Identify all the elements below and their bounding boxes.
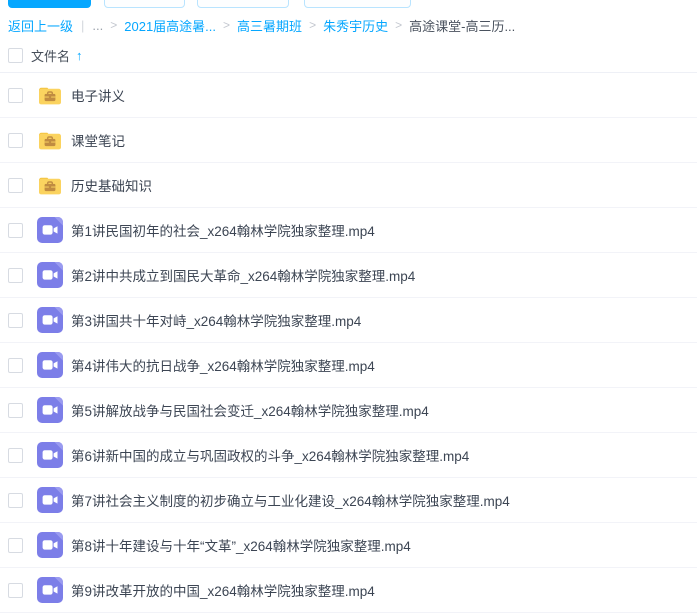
file-name-link[interactable]: 第2讲中共成立到国民大革命_x264翰林学院独家整理.mp4 [71,265,415,285]
toolbar [0,0,697,9]
row-checkbox[interactable] [8,493,23,508]
file-row[interactable]: 课堂笔记 [0,118,697,163]
breadcrumb-link[interactable]: 高三暑期班 [237,16,302,35]
video-file-icon [37,442,63,468]
row-checkbox[interactable] [8,223,23,238]
breadcrumb-separator-icon: > [395,18,402,32]
file-row[interactable]: 第2讲中共成立到国民大革命_x264翰林学院独家整理.mp4 [0,253,697,298]
breadcrumb-back-link[interactable]: 返回上一级 [8,16,73,35]
breadcrumb-separator-icon: > [223,18,230,32]
breadcrumb-separator-icon: > [309,18,316,32]
file-row[interactable]: 第4讲伟大的抗日战争_x264翰林学院独家整理.mp4 [0,343,697,388]
row-checkbox[interactable] [8,268,23,283]
video-file-icon [37,352,63,378]
file-row[interactable]: 第7讲社会主义制度的初步确立与工业化建设_x264翰林学院独家整理.mp4 [0,478,697,523]
row-checkbox[interactable] [8,358,23,373]
video-file-icon [37,532,63,558]
row-checkbox[interactable] [8,88,23,103]
file-name-link[interactable]: 第1讲民国初年的社会_x264翰林学院独家整理.mp4 [71,220,375,240]
file-name-link[interactable]: 历史基础知识 [71,175,152,195]
row-checkbox[interactable] [8,403,23,418]
file-row[interactable]: 第3讲国共十年对峙_x264翰林学院独家整理.mp4 [0,298,697,343]
video-file-icon [37,487,63,513]
folder-icon [37,128,63,152]
row-checkbox[interactable] [8,448,23,463]
toolbar-button-1[interactable] [8,0,91,8]
file-name-link[interactable]: 课堂笔记 [71,130,125,150]
file-list-header: 文件名 ↑ [0,39,697,73]
file-row[interactable]: 第8讲十年建设与十年“文革”_x264翰林学院独家整理.mp4 [0,523,697,568]
file-row[interactable]: 第5讲解放战争与民国社会变迁_x264翰林学院独家整理.mp4 [0,388,697,433]
breadcrumb-items: ... >2021届高途暑... > 高三暑期班 > 朱秀宇历史 > 高途课堂-高三历... [92,16,515,35]
select-all-checkbox[interactable] [8,48,23,63]
column-header-filename[interactable]: 文件名 [31,46,70,65]
file-name-link[interactable]: 电子讲义 [71,85,125,105]
file-row[interactable]: 第1讲民国初年的社会_x264翰林学院独家整理.mp4 [0,208,697,253]
breadcrumb-divider: | [81,18,84,33]
folder-icon [37,173,63,197]
row-checkbox[interactable] [8,583,23,598]
row-checkbox[interactable] [8,178,23,193]
file-row[interactable]: 第6讲新中国的成立与巩固政权的斗争_x264翰林学院独家整理.mp4 [0,433,697,478]
folder-icon [37,83,63,107]
sort-ascending-icon[interactable]: ↑ [76,48,83,63]
breadcrumb-link[interactable]: 2021届高途暑... [124,16,216,35]
breadcrumb: 返回上一级 | ... >2021届高途暑... > 高三暑期班 > 朱秀宇历史 > 高途课堂… [0,11,697,39]
file-row[interactable]: 第9讲改革开放的中国_x264翰林学院独家整理.mp4 [0,568,697,613]
row-checkbox[interactable] [8,313,23,328]
video-file-icon [37,397,63,423]
file-name-link[interactable]: 第5讲解放战争与民国社会变迁_x264翰林学院独家整理.mp4 [71,400,429,420]
breadcrumb-current: 高途课堂-高三历... [409,16,515,35]
row-checkbox[interactable] [8,538,23,553]
file-row[interactable]: 电子讲义 [0,73,697,118]
toolbar-button-2[interactable] [104,0,185,8]
file-name-link[interactable]: 第8讲十年建设与十年“文革”_x264翰林学院独家整理.mp4 [71,535,411,555]
file-list: 电子讲义 课堂笔记 [0,73,697,613]
video-file-icon [37,217,63,243]
file-row[interactable]: 历史基础知识 [0,163,697,208]
row-checkbox[interactable] [8,133,23,148]
video-file-icon [37,577,63,603]
file-name-link[interactable]: 第7讲社会主义制度的初步确立与工业化建设_x264翰林学院独家整理.mp4 [71,490,510,510]
video-file-icon [37,262,63,288]
file-name-link[interactable]: 第4讲伟大的抗日战争_x264翰林学院独家整理.mp4 [71,355,375,375]
toolbar-button-3[interactable] [197,0,289,8]
breadcrumb-link[interactable]: ... [92,18,103,33]
file-name-link[interactable]: 第6讲新中国的成立与巩固政权的斗争_x264翰林学院独家整理.mp4 [71,445,469,465]
video-file-icon [37,307,63,333]
file-name-link[interactable]: 第3讲国共十年对峙_x264翰林学院独家整理.mp4 [71,310,361,330]
breadcrumb-link[interactable]: 朱秀宇历史 [323,16,388,35]
toolbar-button-4[interactable] [304,0,411,8]
breadcrumb-separator-icon: > [110,18,117,32]
file-name-link[interactable]: 第9讲改革开放的中国_x264翰林学院独家整理.mp4 [71,580,375,600]
